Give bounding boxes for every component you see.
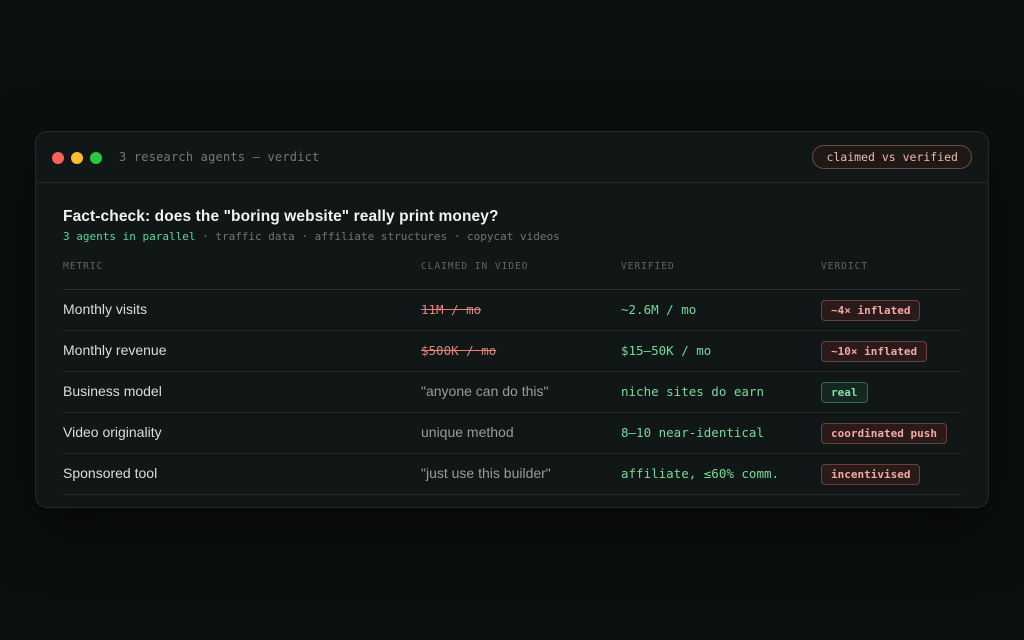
table-row: Video originality unique method 8–10 nea… xyxy=(63,412,961,454)
table-row: Business model "anyone can do this" nich… xyxy=(63,371,961,413)
maximize-window-button[interactable] xyxy=(90,152,102,164)
window-title: 3 research agents — verdict xyxy=(119,150,320,164)
header-claimed: CLAIMED IN VIDEO xyxy=(421,259,621,290)
title-bar: 3 research agents — verdict claimed vs v… xyxy=(36,132,988,183)
verdict-table: METRIC CLAIMED IN VIDEO VERIFIED VERDICT… xyxy=(63,259,961,495)
report-heading: Fact-check: does the "boring website" re… xyxy=(63,208,499,225)
metric-cell: Sponsored tool xyxy=(63,453,421,495)
verdict-window: 3 research agents — verdict claimed vs v… xyxy=(35,131,989,508)
subtitle-rest: · traffic data · affiliate structures · … xyxy=(195,230,560,243)
verdict-cell: real xyxy=(821,371,961,413)
header-verified: VERIFIED xyxy=(621,259,821,290)
verdict-cell: ~4× inflated xyxy=(821,289,961,331)
verified-cell: ~2.6M / mo xyxy=(621,289,821,331)
claimed-cell: unique method xyxy=(421,412,621,454)
verified-cell: 8–10 near-identical xyxy=(621,412,821,454)
claimed-cell: 11M / mo xyxy=(421,289,621,331)
metric-cell: Video originality xyxy=(63,412,421,454)
verdict-cell: incentivised xyxy=(821,453,961,495)
claimed-cell: "anyone can do this" xyxy=(421,371,621,413)
verified-cell: $15–50K / mo xyxy=(621,330,821,372)
report-content: Fact-check: does the "boring website" re… xyxy=(63,207,961,495)
metric-cell: Business model xyxy=(63,371,421,413)
verdict-badge: incentivised xyxy=(821,463,921,485)
mode-badge: claimed vs verified xyxy=(812,145,972,169)
table-row: Monthly visits 11M / mo ~2.6M / mo ~4× i… xyxy=(63,289,961,331)
minimize-window-button[interactable] xyxy=(71,152,83,164)
metric-cell: Monthly revenue xyxy=(63,330,421,372)
claimed-cell: "just use this builder" xyxy=(421,453,621,495)
claimed-cell: $500K / mo xyxy=(421,330,621,372)
verified-cell: affiliate, ≤60% comm. xyxy=(621,453,821,495)
header-verdict: VERDICT xyxy=(821,259,961,290)
verdict-badge: coordinated push xyxy=(821,422,947,444)
verdict-cell: coordinated push xyxy=(821,412,961,454)
close-window-button[interactable] xyxy=(52,152,64,164)
header-metric: METRIC xyxy=(63,259,421,290)
metric-cell: Monthly visits xyxy=(63,289,421,331)
table-header-row: METRIC CLAIMED IN VIDEO VERIFIED VERDICT xyxy=(63,259,961,290)
table-row: Monthly revenue $500K / mo $15–50K / mo … xyxy=(63,330,961,372)
verdict-cell: ~10× inflated xyxy=(821,330,961,372)
report-subtitle: 3 agents in parallel · traffic data · af… xyxy=(63,229,961,245)
verdict-badge: ~4× inflated xyxy=(821,299,921,321)
table-row: Sponsored tool "just use this builder" a… xyxy=(63,453,961,495)
verdict-badge: real xyxy=(821,381,868,403)
verdict-badge: ~10× inflated xyxy=(821,340,928,362)
verified-cell: niche sites do earn xyxy=(621,371,821,413)
subtitle-accent: 3 agents in parallel xyxy=(63,230,196,243)
